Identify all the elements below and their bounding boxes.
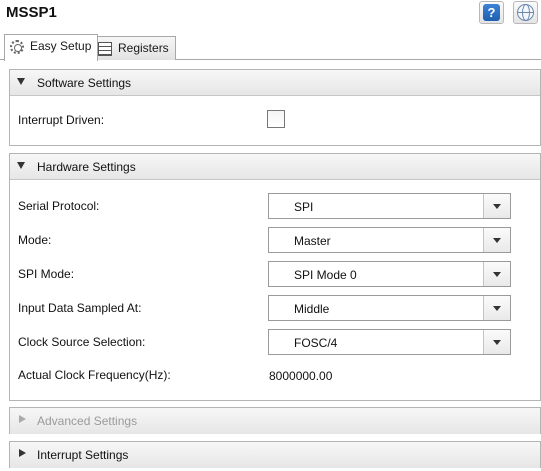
interrupt-settings-header[interactable]: Interrupt Settings (10, 442, 540, 468)
hardware-settings-header[interactable]: Hardware Settings (10, 154, 540, 180)
mode-label: Mode: (18, 233, 52, 247)
spi-mode-label: SPI Mode: (18, 267, 75, 281)
tab-easy-setup[interactable]: Easy Setup (4, 34, 99, 61)
advanced-settings-title: Advanced Settings (37, 414, 138, 428)
interrupt-driven-checkbox[interactable] (267, 110, 285, 128)
software-settings-panel: Software Settings Interrupt Driven: (9, 69, 541, 146)
serial-protocol-value: SPI (294, 200, 314, 214)
chevron-down-icon (493, 306, 501, 311)
chevron-down-icon (493, 238, 501, 243)
serial-protocol-select[interactable]: SPI (268, 193, 511, 219)
clock-source-select[interactable]: FOSC/4 (268, 329, 511, 355)
spi-mode-value: SPI Mode 0 (294, 268, 357, 282)
dropdown-button[interactable] (483, 296, 510, 320)
web-button[interactable] (513, 1, 538, 24)
tab-bar: Easy Setup Registers (0, 34, 541, 61)
hardware-settings-panel: Hardware Settings Serial Protocol: SPI M… (9, 153, 541, 401)
serial-protocol-label: Serial Protocol: (18, 199, 100, 213)
software-settings-header[interactable]: Software Settings (10, 70, 540, 96)
input-sampled-label: Input Data Sampled At: (18, 301, 142, 315)
advanced-settings-panel: Advanced Settings (9, 407, 541, 434)
actual-clock-label: Actual Clock Frequency(Hz): (18, 368, 171, 382)
actual-clock-value: 8000000.00 (269, 369, 333, 383)
expand-arrow-icon (19, 449, 26, 457)
title-bar: MSSP1 ? (0, 0, 541, 30)
dropdown-button[interactable] (483, 262, 510, 286)
clock-source-value: FOSC/4 (294, 336, 338, 350)
dropdown-button[interactable] (483, 330, 510, 354)
input-sampled-value: Middle (294, 302, 330, 316)
software-settings-title: Software Settings (37, 76, 132, 90)
mode-select[interactable]: Master (268, 227, 511, 253)
hardware-settings-title: Hardware Settings (37, 160, 136, 174)
advanced-settings-header: Advanced Settings (10, 408, 540, 434)
input-sampled-select[interactable]: Middle (268, 295, 511, 321)
gear-icon (10, 40, 24, 54)
help-icon: ? (483, 4, 500, 21)
spi-mode-select[interactable]: SPI Mode 0 (268, 261, 511, 287)
tab-registers-label: Registers (118, 41, 169, 55)
collapse-arrow-icon (17, 78, 25, 85)
dropdown-button[interactable] (483, 194, 510, 218)
interrupt-settings-title: Interrupt Settings (37, 448, 129, 462)
dropdown-button[interactable] (483, 228, 510, 252)
globe-icon (517, 4, 534, 21)
expand-arrow-icon (19, 415, 26, 423)
chevron-down-icon (493, 340, 501, 345)
window-title: MSSP1 (6, 4, 57, 21)
collapse-arrow-icon (17, 162, 25, 169)
chevron-down-icon (493, 204, 501, 209)
interrupt-driven-label: Interrupt Driven: (18, 113, 105, 127)
help-button[interactable]: ? (479, 1, 504, 24)
tab-registers[interactable]: Registers (92, 36, 176, 60)
tab-easy-setup-label: Easy Setup (30, 39, 92, 53)
mode-value: Master (294, 234, 331, 248)
chevron-down-icon (493, 272, 501, 277)
clock-source-label: Clock Source Selection: (18, 335, 146, 349)
interrupt-settings-panel: Interrupt Settings (9, 441, 541, 468)
grid-icon (98, 42, 112, 56)
